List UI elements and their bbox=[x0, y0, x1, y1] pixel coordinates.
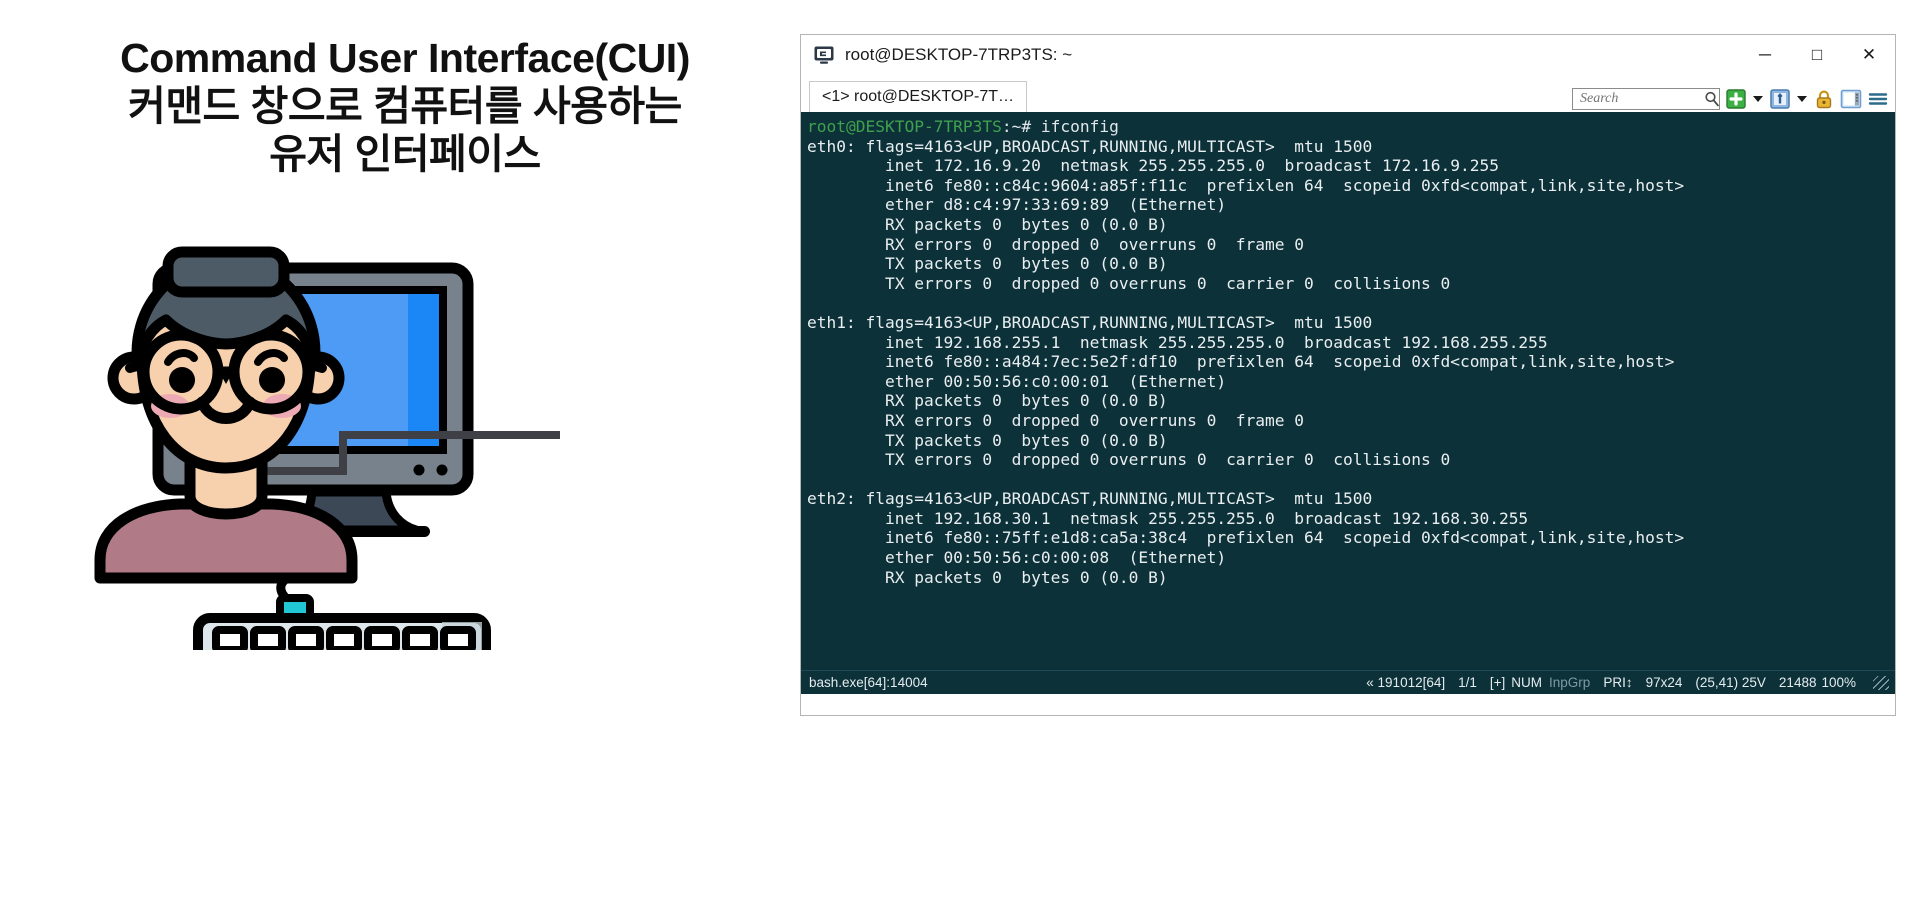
status-process: bash.exe[64]:14004 bbox=[809, 675, 928, 690]
search-icon[interactable] bbox=[1704, 91, 1720, 107]
console-icon bbox=[813, 44, 835, 66]
terminal-window: root@DESKTOP-7TRP3TS: ~ ─ □ ✕ <1> root@D… bbox=[800, 34, 1896, 716]
status-size: 97x24 bbox=[1645, 675, 1683, 690]
panel-toggle-icon[interactable] bbox=[1840, 88, 1862, 110]
page-title-line-3: 유저 인터페이스 bbox=[269, 130, 541, 177]
tab-console-1[interactable]: <1> root@DESKTOP-7T… bbox=[809, 81, 1028, 112]
window-titlebar[interactable]: root@DESKTOP-7TRP3TS: ~ ─ □ ✕ bbox=[801, 35, 1895, 75]
console-line: RX packets 0 bytes 0 (0.0 B) bbox=[807, 214, 1168, 234]
monitor-screen-glare bbox=[408, 294, 439, 446]
console-line: inet 172.16.9.20 netmask 255.255.255.0 b… bbox=[807, 156, 1499, 176]
cui-illustration bbox=[90, 230, 790, 650]
maximize-button[interactable]: □ bbox=[1791, 35, 1843, 75]
page-title-line-2: 커맨드 창으로 컴퓨터를 사용하는 bbox=[128, 82, 682, 129]
person-eye-right bbox=[259, 367, 285, 393]
console-prompt-tail: :~# ifconfig bbox=[1001, 117, 1119, 136]
console-prompt-user: root@DESKTOP-7TRP3TS bbox=[807, 117, 1002, 136]
page-title: Command User Interface(CUI) 커맨드 창으로 컴퓨터를… bbox=[20, 35, 790, 178]
console-line: RX packets 0 bytes 0 (0.0 B) bbox=[807, 391, 1168, 411]
new-tab-plus-icon[interactable] bbox=[1725, 88, 1747, 110]
status-pages: 1/1 bbox=[1458, 675, 1477, 690]
console-output-area[interactable]: root@DESKTOP-7TRP3TS:~# ifconfig eth0: fl… bbox=[801, 112, 1895, 670]
console-line: RX errors 0 dropped 0 overruns 0 frame 0 bbox=[807, 410, 1305, 430]
close-button[interactable]: ✕ bbox=[1843, 35, 1895, 75]
monitor-led-2 bbox=[436, 464, 448, 476]
console-line: inet6 fe80::75ff:e1d8:ca5a:38c4 prefixle… bbox=[807, 528, 1685, 548]
window-controls: ─ □ ✕ bbox=[1739, 35, 1895, 75]
console-line: inet6 fe80::c84c:9604:a85f:f11c prefixle… bbox=[807, 175, 1685, 195]
window-split-icon[interactable] bbox=[1769, 88, 1791, 110]
keyboard bbox=[193, 594, 491, 650]
search-input-wrapper[interactable] bbox=[1572, 88, 1720, 110]
status-pri: PRI↕ bbox=[1603, 675, 1633, 690]
terminal-toolbar bbox=[1572, 88, 1889, 110]
console-line: ether 00:50:56:c0:00:01 (Ethernet) bbox=[807, 371, 1227, 391]
monitor-led-1 bbox=[413, 464, 425, 476]
console-line: eth0: flags=4163<UP,BROADCAST,RUNNING,MU… bbox=[807, 136, 1373, 156]
status-build: « 191012[64] bbox=[1366, 675, 1446, 690]
console-line: TX errors 0 dropped 0 overruns 0 carrier… bbox=[807, 273, 1451, 293]
status-zoom: 100% bbox=[1821, 675, 1856, 690]
status-cursor: (25,41) 25V bbox=[1695, 675, 1766, 690]
console-line: eth1: flags=4163<UP,BROADCAST,RUNNING,MU… bbox=[807, 312, 1373, 332]
console-line: TX packets 0 bytes 0 (0.0 B) bbox=[807, 254, 1168, 274]
window-split-dropdown-caret[interactable] bbox=[1796, 88, 1808, 110]
console-line: RX packets 0 bytes 0 (0.0 B) bbox=[807, 567, 1168, 587]
console-line: RX errors 0 dropped 0 overruns 0 frame 0 bbox=[807, 234, 1305, 254]
console-line: inet 192.168.255.1 netmask 255.255.255.0… bbox=[807, 332, 1548, 352]
console-line: inet6 fe80::a484:7ec:5e2f:df10 prefixlen… bbox=[807, 352, 1675, 372]
status-memory: 21488 bbox=[1778, 675, 1817, 690]
hamburger-menu-icon[interactable] bbox=[1867, 88, 1889, 110]
status-bar: bash.exe[64]:14004 « 191012[64] 1/1 [+] … bbox=[801, 670, 1895, 694]
person-eye-left bbox=[169, 367, 195, 393]
lock-icon[interactable] bbox=[1813, 88, 1835, 110]
resize-grip[interactable] bbox=[1873, 675, 1889, 690]
new-tab-dropdown-caret[interactable] bbox=[1752, 88, 1764, 110]
search-input[interactable] bbox=[1578, 90, 1704, 108]
minimize-button[interactable]: ─ bbox=[1739, 35, 1791, 75]
console-line: inet 192.168.30.1 netmask 255.255.255.0 … bbox=[807, 508, 1529, 528]
console-text: root@DESKTOP-7TRP3TS:~# ifconfig eth0: fl… bbox=[801, 117, 1895, 587]
console-prompt-line: root@DESKTOP-7TRP3TS:~# ifconfig bbox=[807, 117, 1895, 137]
console-line: ether d8:c4:97:33:69:89 (Ethernet) bbox=[807, 195, 1227, 215]
window-title: root@DESKTOP-7TRP3TS: ~ bbox=[845, 45, 1073, 64]
person-headband bbox=[162, 246, 290, 298]
page-title-line-1: Command User Interface(CUI) bbox=[120, 35, 690, 81]
tab-bar: <1> root@DESKTOP-7T… bbox=[801, 75, 1895, 112]
console-line: eth2: flags=4163<UP,BROADCAST,RUNNING,MU… bbox=[807, 489, 1373, 509]
keyboard-row-1 bbox=[212, 626, 476, 650]
page-root: Command User Interface(CUI) 커맨드 창으로 컴퓨터를… bbox=[0, 0, 1922, 922]
console-line: TX errors 0 dropped 0 overruns 0 carrier… bbox=[807, 450, 1451, 470]
console-line: TX packets 0 bytes 0 (0.0 B) bbox=[807, 430, 1168, 450]
status-num: NUM bbox=[1511, 675, 1543, 690]
status-plus: [+] bbox=[1489, 675, 1506, 690]
console-line: ether 00:50:56:c0:00:08 (Ethernet) bbox=[807, 548, 1227, 568]
status-inpgrp: InpGrp bbox=[1549, 675, 1591, 690]
